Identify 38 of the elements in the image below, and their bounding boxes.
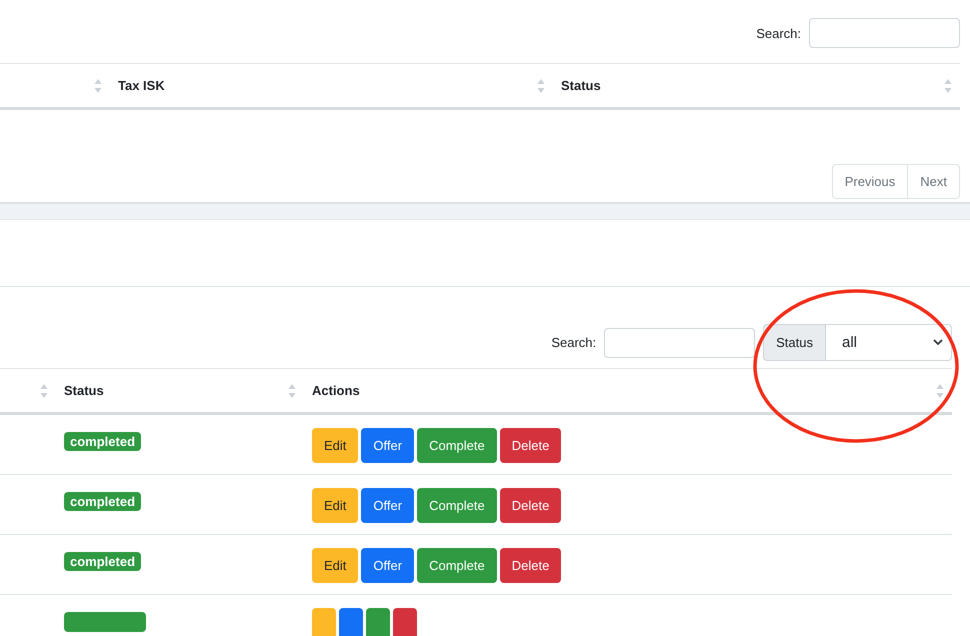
offer-button[interactable]: Offer: [361, 488, 414, 523]
status-select[interactable]: all: [826, 324, 952, 361]
offer-button[interactable]: Offer: [361, 548, 414, 583]
search-label: Search:: [551, 335, 596, 350]
complete-button[interactable]: [366, 608, 390, 636]
column-header[interactable]: Actions: [312, 383, 936, 398]
offer-button[interactable]: Offer: [361, 428, 414, 463]
delete-button[interactable]: Delete: [500, 428, 562, 463]
pagination-button[interactable]: Previous: [832, 164, 908, 199]
edit-button[interactable]: Edit: [312, 548, 358, 583]
column-header[interactable]: Tax ISK: [118, 78, 537, 93]
status-badge: completed: [64, 552, 142, 571]
chevron-down-icon: [933, 339, 943, 346]
complete-button[interactable]: Complete: [417, 428, 497, 463]
complete-button[interactable]: Complete: [417, 488, 497, 523]
search-field[interactable]: [809, 18, 960, 48]
sort-icon[interactable]: [936, 382, 944, 398]
edit-button[interactable]: Edit: [312, 428, 358, 463]
sort-icon[interactable]: [537, 78, 545, 94]
delete-button[interactable]: Delete: [500, 548, 562, 583]
pagination-button[interactable]: Next: [908, 164, 960, 199]
column-header[interactable]: Status: [561, 78, 944, 93]
sort-icon[interactable]: [40, 382, 48, 398]
filter-label-button[interactable]: Status: [763, 324, 826, 361]
column-header[interactable]: Status: [64, 383, 288, 398]
sort-icon[interactable]: [288, 382, 296, 398]
offer-button[interactable]: [339, 608, 363, 636]
status-badge: completed: [64, 432, 142, 451]
status-badge: completed: [64, 492, 142, 511]
delete-button[interactable]: Delete: [500, 488, 562, 523]
search-field[interactable]: [604, 328, 756, 358]
delete-button[interactable]: [393, 608, 417, 636]
search-label: Search:: [756, 26, 801, 40]
complete-button[interactable]: Complete: [417, 548, 497, 583]
sort-icon[interactable]: [94, 78, 102, 94]
sort-icon[interactable]: [944, 78, 952, 94]
edit-button[interactable]: Edit: [312, 488, 358, 523]
edit-button[interactable]: [312, 608, 336, 636]
